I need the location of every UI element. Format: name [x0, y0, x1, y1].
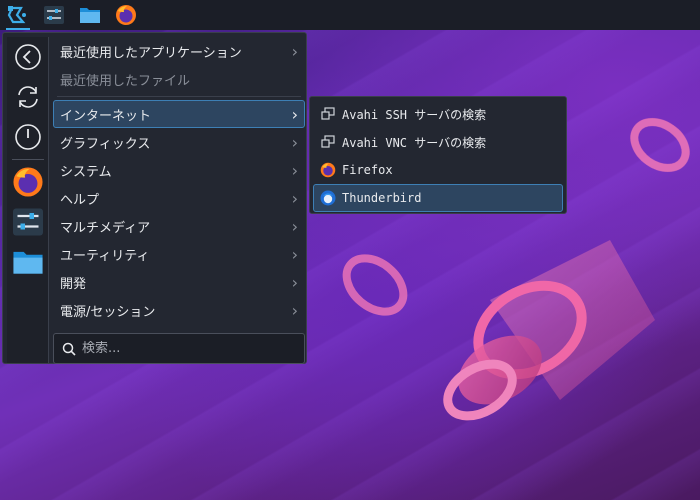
file-manager-taskbar-button[interactable] — [72, 0, 108, 30]
favorite-firefox[interactable] — [8, 162, 48, 202]
submenu-item-label: Firefox — [342, 163, 393, 177]
settings-sliders-icon — [12, 208, 43, 236]
submenu-item-label: Avahi SSH サーバの検索 — [342, 107, 487, 122]
category-list: 最近使用したアプリケーション › 最近使用したファイル インターネット › グラ… — [53, 37, 305, 324]
menu-separator — [57, 96, 301, 97]
chevron-right-icon: › — [291, 216, 298, 236]
search-field[interactable] — [53, 333, 305, 364]
category-recent-apps[interactable]: 最近使用したアプリケーション › — [53, 37, 305, 65]
submenu-item-thunderbird[interactable]: Thunderbird — [313, 184, 563, 212]
restart-icon — [17, 86, 38, 108]
application-menu: 最近使用したアプリケーション › 最近使用したファイル インターネット › グラ… — [2, 32, 307, 364]
app-launcher-button[interactable] — [0, 0, 36, 30]
restart-button[interactable] — [8, 77, 48, 117]
kde-launcher-icon — [7, 6, 26, 24]
category-label: 最近使用したファイル — [60, 73, 191, 89]
search-icon — [62, 342, 76, 356]
back-arrow-icon — [14, 44, 41, 70]
favorites-separator — [11, 159, 44, 160]
chevron-right-icon: › — [291, 244, 298, 264]
chevron-right-icon: › — [291, 41, 298, 61]
category-label: ヘルプ — [60, 192, 100, 208]
chevron-right-icon: › — [291, 160, 298, 180]
chevron-right-icon: › — [291, 104, 298, 124]
firefox-icon — [116, 5, 136, 25]
folder-icon — [80, 8, 100, 23]
internet-submenu: Avahi SSH サーバの検索 Avahi VNC サーバの検索 Firefo… — [309, 96, 567, 214]
category-label: 最近使用したアプリケーション — [60, 45, 242, 61]
category-multimedia[interactable]: マルチメディア › — [53, 212, 305, 240]
chevron-right-icon: › — [291, 132, 298, 152]
category-system[interactable]: システム › — [53, 156, 305, 184]
category-recent-files[interactable]: 最近使用したファイル — [53, 65, 305, 93]
category-label: 電源/セッション — [60, 304, 156, 320]
search-input[interactable] — [82, 341, 282, 356]
favorite-system-settings[interactable] — [8, 202, 48, 242]
category-label: 開発 — [60, 276, 87, 292]
favorite-file-manager[interactable] — [8, 242, 48, 282]
folder-icon — [12, 251, 43, 274]
submenu-item-avahi-ssh[interactable]: Avahi SSH サーバの検索 — [313, 100, 563, 128]
submenu-item-label: Avahi VNC サーバの検索 — [342, 135, 487, 150]
thunderbird-icon — [320, 190, 336, 206]
back-button[interactable] — [8, 37, 48, 77]
category-power-session[interactable]: 電源/セッション › — [53, 296, 305, 324]
submenu-item-label: Thunderbird — [342, 191, 422, 205]
settings-sliders-icon — [44, 6, 64, 24]
category-label: マルチメディア — [60, 220, 151, 236]
category-utilities[interactable]: ユーティリティ › — [53, 240, 305, 268]
category-label: インターネット — [60, 108, 152, 124]
category-help[interactable]: ヘルプ › — [53, 184, 305, 212]
chevron-right-icon: › — [291, 300, 298, 320]
category-graphics[interactable]: グラフィックス › — [53, 128, 305, 156]
chevron-right-icon: › — [291, 272, 298, 292]
firefox-icon — [320, 162, 336, 178]
power-button[interactable] — [8, 117, 48, 157]
category-label: システム — [60, 164, 112, 180]
system-settings-taskbar-button[interactable] — [36, 0, 72, 30]
top-panel — [0, 0, 700, 30]
category-internet[interactable]: インターネット › — [53, 100, 305, 128]
favorites-bar — [7, 37, 49, 363]
category-development[interactable]: 開発 › — [53, 268, 305, 296]
network-icon — [320, 106, 336, 122]
category-label: ユーティリティ — [60, 248, 150, 264]
power-icon — [14, 124, 41, 150]
chevron-right-icon: › — [291, 188, 298, 208]
firefox-taskbar-button[interactable] — [108, 0, 144, 30]
submenu-item-avahi-vnc[interactable]: Avahi VNC サーバの検索 — [313, 128, 563, 156]
firefox-icon — [12, 167, 43, 197]
submenu-item-firefox[interactable]: Firefox — [313, 156, 563, 184]
category-label: グラフィックス — [60, 136, 151, 152]
network-icon — [320, 134, 336, 150]
